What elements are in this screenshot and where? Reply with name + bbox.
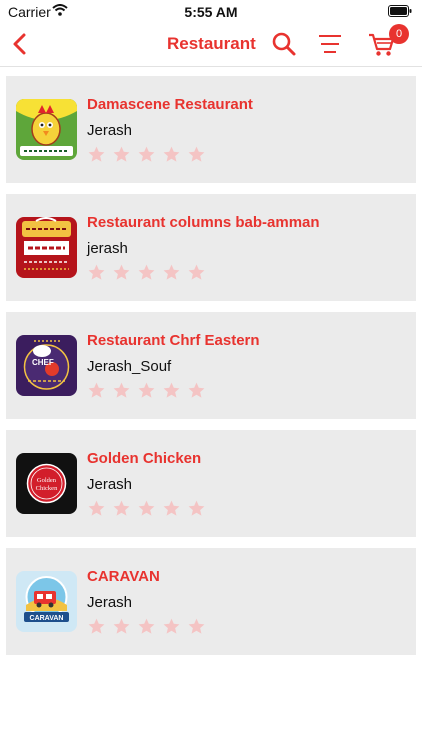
svg-text:CARAVAN: CARAVAN [30,615,64,622]
back-chevron-icon[interactable] [8,31,32,57]
star-icon [138,264,155,280]
chicken-logo-icon [16,99,77,160]
search-icon[interactable] [271,31,297,57]
restaurant-card[interactable]: Restaurant columns bab-amman jerash [6,194,416,301]
restaurant-city: Jerash [87,594,133,611]
restaurant-city: Jerash [87,476,133,493]
star-icon [188,500,205,516]
restaurant-city: Jerash [87,122,133,139]
status-bar: Carrier 5:55 AM [0,0,422,24]
rating-stars [87,381,206,400]
star-icon [163,382,180,398]
star-icon [188,264,205,280]
star-icon [88,264,105,280]
battery-icon [388,5,412,17]
restaurant-card[interactable]: CHEF Restaurant Chrf Eastern Jerash_Souf [6,312,416,419]
restaurant-card[interactable]: Golden Chicken Golden Chicken Jerash [6,430,416,537]
star-icon [163,146,180,162]
star-icon [163,264,180,280]
star-icon [88,146,105,162]
rating-stars [87,145,206,164]
star-icon [113,500,130,516]
restaurant-card[interactable]: Damascene Restaurant Jerash [6,76,416,183]
restaurant-city: jerash [87,240,128,257]
rating-stars [87,499,206,518]
star-icon [113,264,130,280]
golden-chicken-logo-icon: Golden Chicken [16,453,77,514]
star-icon [138,618,155,634]
chef-logo-icon: CHEF [16,335,77,396]
restaurant-list: Damascene Restaurant Jerash Restaurant c… [6,76,416,666]
arabic-sign-logo-icon [16,217,77,278]
restaurant-name: Golden Chicken [87,450,202,467]
star-icon [88,618,105,634]
star-icon [188,382,205,398]
svg-text:CHEF: CHEF [32,358,54,367]
restaurant-card[interactable]: CARAVAN CARAVAN Jerash [6,548,416,655]
svg-text:Golden: Golden [37,477,57,484]
status-time: 5:55 AM [184,4,238,20]
rating-stars [87,263,206,282]
svg-text:Chicken: Chicken [36,485,58,492]
restaurant-city: Jerash_Souf [87,358,172,375]
restaurant-name: Restaurant Chrf Eastern [87,332,260,349]
star-icon [138,500,155,516]
star-icon [188,146,205,162]
star-icon [188,618,205,634]
star-icon [88,500,105,516]
star-icon [163,500,180,516]
star-icon [163,618,180,634]
restaurant-name: CARAVAN [87,568,160,585]
star-icon [113,146,130,162]
star-icon [138,382,155,398]
caravan-logo-icon: CARAVAN [16,571,77,632]
star-icon [88,382,105,398]
restaurant-name: Damascene Restaurant [87,96,253,113]
page-title: Restaurant [167,34,256,53]
menu-lines-icon[interactable] [318,33,342,55]
nav-bar: Restaurant 0 [0,24,422,67]
rating-stars [87,617,206,636]
star-icon [138,146,155,162]
restaurant-name: Restaurant columns bab-amman [87,214,320,231]
star-icon [113,618,130,634]
cart-count-badge: 0 [389,24,409,44]
star-icon [113,382,130,398]
